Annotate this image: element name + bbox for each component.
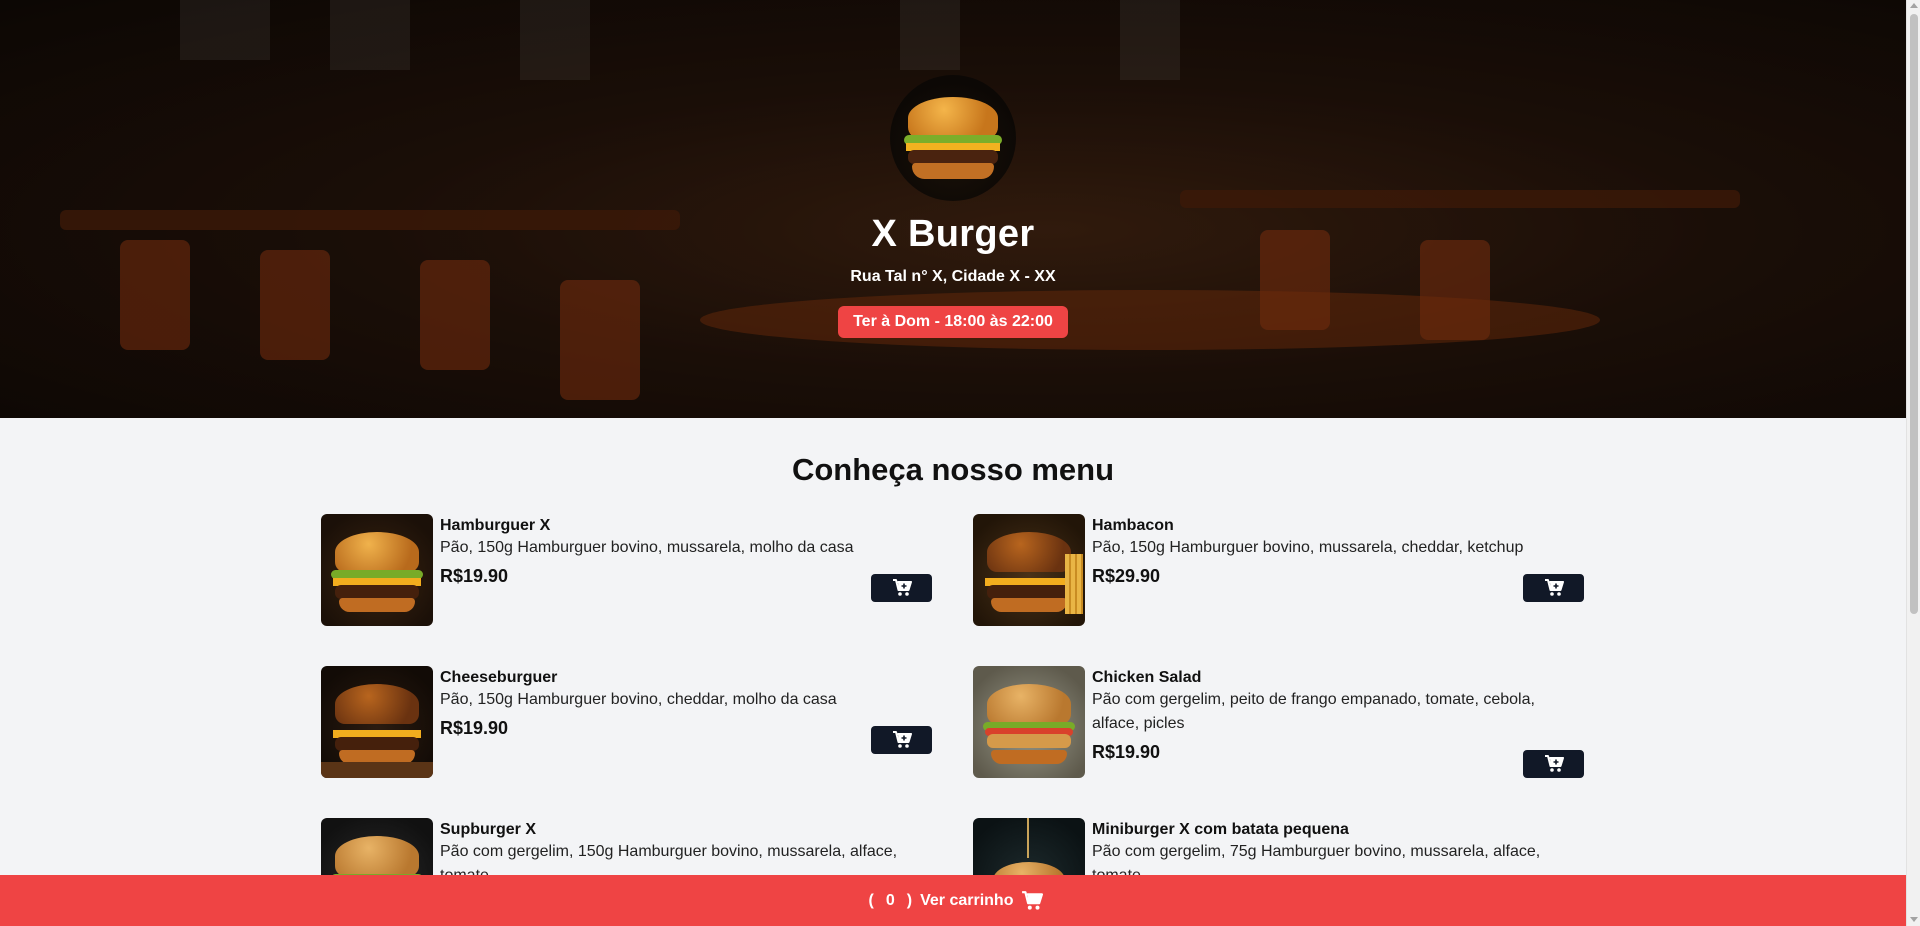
item-image: [321, 514, 433, 626]
add-to-cart-button[interactable]: [1523, 750, 1584, 778]
menu-item: Hambacon Pão, 150g Hamburguer bovino, mu…: [973, 514, 1584, 626]
scroll-up-arrow[interactable]: [1910, 3, 1918, 8]
item-name: Miniburger X com batata pequena: [1092, 821, 1349, 838]
menu-item: Cheeseburguer Pão, 150g Hamburguer bovin…: [321, 666, 932, 778]
restaurant-address: Rua Tal n° X, Cidade X - XX: [850, 268, 1056, 285]
item-image: [973, 514, 1085, 626]
add-to-cart-button[interactable]: [871, 574, 932, 602]
item-price: R$19.90: [440, 566, 509, 586]
wall-picture: [330, 0, 410, 70]
cart-plus-icon: [892, 579, 912, 596]
wall-picture: [900, 0, 960, 70]
menu-item: Chicken Salad Pão com gergelim, peito de…: [973, 666, 1584, 778]
item-description: Pão com gergelim, peito de frango empana…: [1092, 691, 1535, 732]
item-name: Hambacon: [1092, 517, 1174, 534]
item-description: Pão, 150g Hamburguer bovino, mussarela, …: [1092, 539, 1524, 556]
item-image: [973, 666, 1085, 778]
item-name: Chicken Salad: [1092, 669, 1202, 686]
wall-picture: [1120, 0, 1180, 80]
opening-hours-badge: Ter à Dom - 18:00 às 22:00: [838, 306, 1068, 338]
cart-plus-icon: [1544, 579, 1564, 596]
cart-count: 0: [885, 891, 895, 909]
wall-picture: [180, 0, 270, 60]
cart-plus-icon: [892, 731, 912, 748]
item-name: Supburger X: [440, 821, 537, 838]
add-to-cart-button[interactable]: [1523, 574, 1584, 602]
page-scrollbar[interactable]: [1906, 0, 1920, 926]
scrollbar-thumb[interactable]: [1910, 14, 1918, 614]
wall-picture: [520, 0, 590, 80]
item-description: Pão, 150g Hamburguer bovino, mussarela, …: [440, 539, 854, 556]
cart-icon: [1021, 890, 1044, 911]
menu-item: Hamburguer X Pão, 150g Hamburguer bovino…: [321, 514, 932, 626]
cart-open-paren: (: [868, 891, 874, 909]
restaurant-name: X Burger: [871, 213, 1035, 255]
cart-close-paren: ): [906, 891, 913, 909]
scroll-down-arrow[interactable]: [1910, 917, 1918, 922]
cart-plus-icon: [1544, 755, 1564, 772]
view-cart-button[interactable]: ( 0 ) Ver carrinho: [0, 875, 1906, 926]
item-name: Hamburguer X: [440, 517, 551, 534]
item-name: Cheeseburguer: [440, 669, 558, 686]
item-price: R$19.90: [440, 718, 509, 738]
hero-banner: X Burger Rua Tal n° X, Cidade X - XX Ter…: [0, 0, 1906, 418]
add-to-cart-button[interactable]: [871, 726, 932, 754]
item-price: R$29.90: [1092, 566, 1161, 586]
view-cart-label: Ver carrinho: [920, 891, 1014, 909]
menu-title: Conheça nosso menu: [791, 452, 1115, 487]
restaurant-logo: [890, 75, 1016, 201]
item-description: Pão, 150g Hamburguer bovino, cheddar, mo…: [440, 691, 837, 708]
item-image: [321, 666, 433, 778]
item-price: R$19.90: [1092, 742, 1161, 762]
